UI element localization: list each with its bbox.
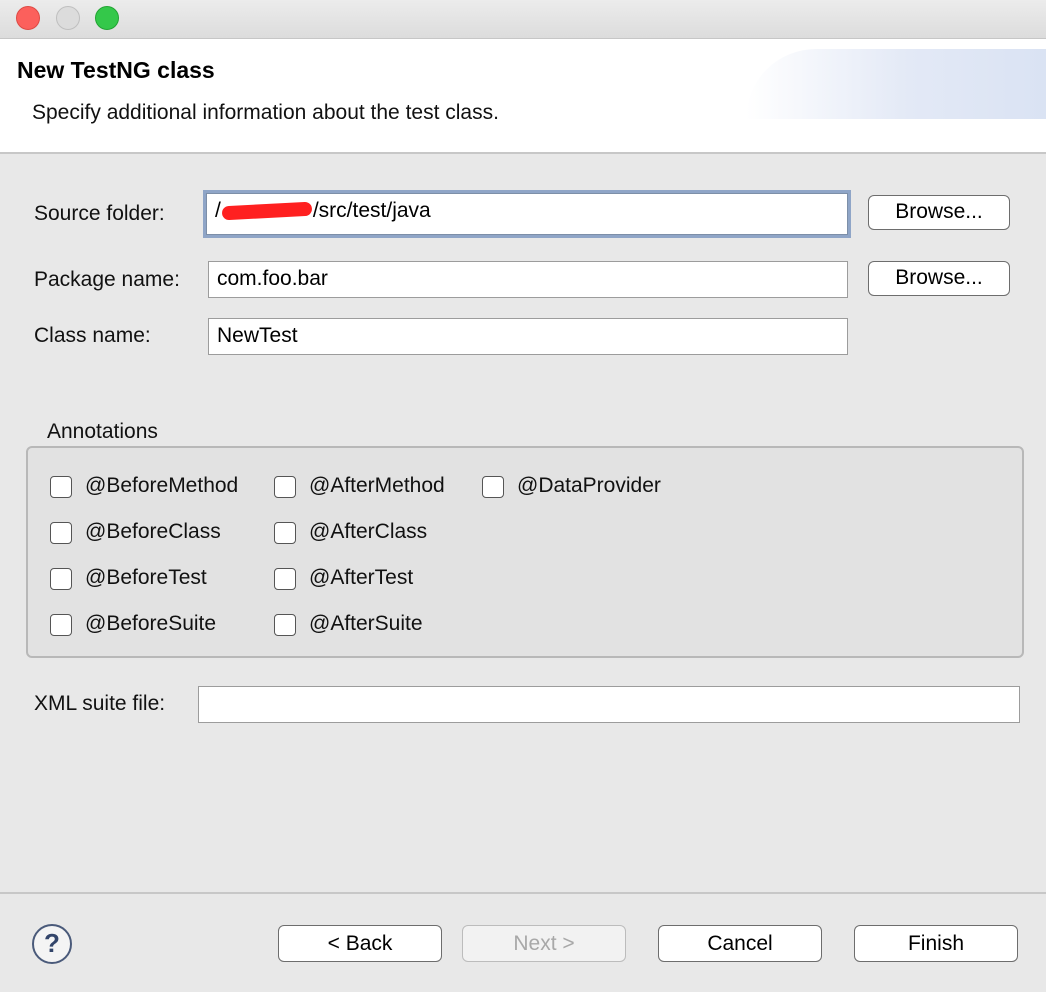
next-button: Next > [462, 925, 626, 962]
source-folder-browse-button[interactable]: Browse... [868, 195, 1010, 230]
package-name-input[interactable]: com.foo.bar [208, 261, 848, 298]
checkbox-box[interactable] [50, 614, 72, 636]
wizard-description: Specify additional information about the… [32, 101, 499, 124]
checkbox-label: @AfterClass [309, 520, 428, 543]
checkbox-box[interactable] [274, 476, 296, 498]
wizard-title: New TestNG class [17, 57, 215, 83]
checkbox-label: @AfterSuite [309, 612, 423, 635]
checkbox-label: @BeforeSuite [85, 612, 217, 635]
xml-suite-file-label: XML suite file: [34, 692, 166, 715]
checkbox-box[interactable] [50, 476, 72, 498]
source-folder-prefix: / [215, 199, 221, 222]
package-name-label: Package name: [34, 268, 180, 291]
checkbox-box[interactable] [274, 614, 296, 636]
title-bar [0, 0, 1046, 39]
testng-wizard-window: New TestNG class Specify additional info… [0, 0, 1046, 992]
zoom-window-button[interactable] [95, 6, 119, 30]
checkbox-label: @BeforeTest [85, 566, 207, 589]
class-name-label: Class name: [34, 324, 151, 347]
help-icon[interactable]: ? [32, 924, 72, 964]
source-folder-input[interactable]: / /src/test/java [206, 193, 848, 235]
wizard-header: New TestNG class Specify additional info… [0, 39, 1046, 154]
class-name-input[interactable]: NewTest [208, 318, 848, 355]
back-button[interactable]: < Back [278, 925, 442, 962]
xml-suite-file-input[interactable] [198, 686, 1020, 723]
checkbox-box[interactable] [482, 476, 504, 498]
package-name-browse-button[interactable]: Browse... [868, 261, 1010, 296]
source-folder-suffix: /src/test/java [312, 199, 431, 222]
checkbox-label: @BeforeMethod [85, 474, 239, 497]
checkbox-box[interactable] [50, 522, 72, 544]
header-decoration [746, 49, 1046, 119]
minimize-window-button[interactable] [56, 6, 80, 30]
checkbox-label: @AfterTest [309, 566, 414, 589]
finish-button[interactable]: Finish [854, 925, 1018, 962]
checkbox-box[interactable] [50, 568, 72, 590]
footer-separator [0, 892, 1046, 894]
checkbox-box[interactable] [274, 568, 296, 590]
cancel-button[interactable]: Cancel [658, 925, 822, 962]
checkbox-label: @BeforeClass [85, 520, 221, 543]
source-folder-label: Source folder: [34, 202, 165, 225]
checkbox-label: @AfterMethod [309, 474, 445, 497]
checkbox-box[interactable] [274, 522, 296, 544]
close-window-button[interactable] [16, 6, 40, 30]
checkbox-label: @DataProvider [517, 474, 661, 497]
annotations-group-title: Annotations [47, 420, 158, 443]
redaction-mark [221, 202, 313, 221]
